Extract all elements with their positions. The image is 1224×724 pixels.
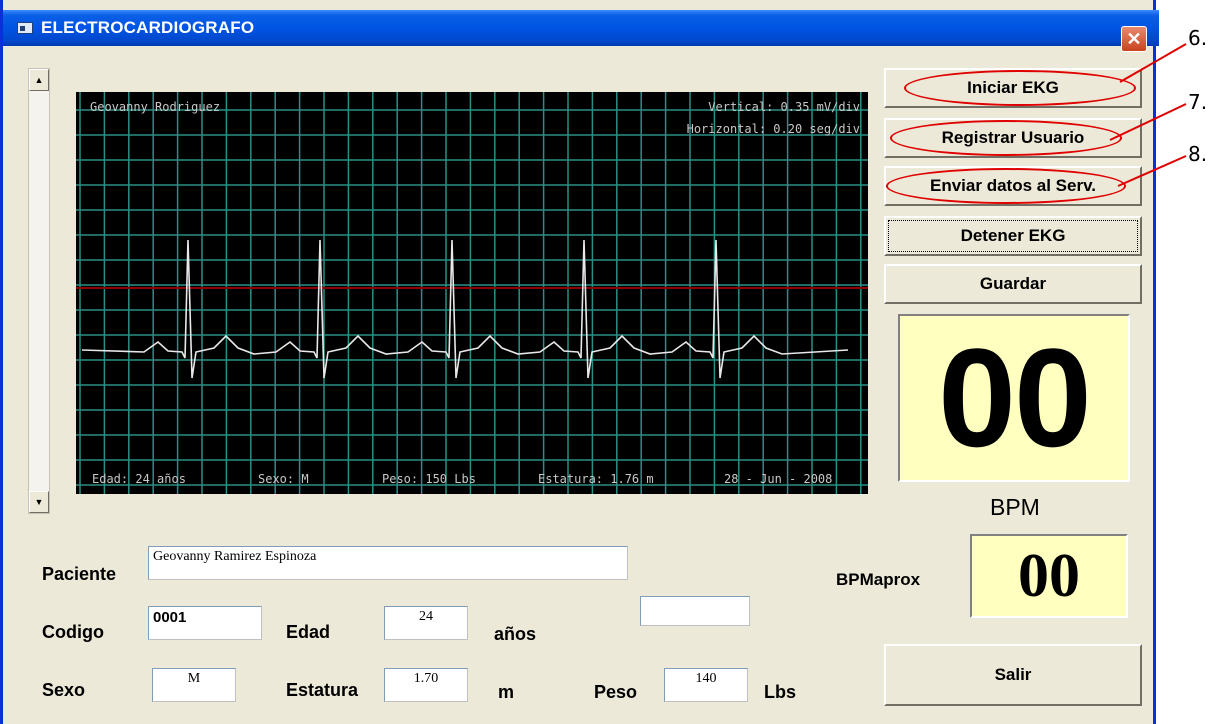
monitor-sex: Sexo: M: [258, 472, 309, 486]
estatura-field[interactable]: 1.70: [384, 668, 468, 702]
scroll-down-icon[interactable]: ▼: [29, 491, 49, 513]
callout-6: 6.: [1188, 26, 1208, 50]
estatura-unit: m: [498, 682, 515, 702]
paciente-label: Paciente: [42, 564, 117, 584]
codigo-field[interactable]: 0001: [148, 606, 262, 640]
window-icon: [17, 22, 33, 34]
peso-unit: Lbs: [764, 682, 797, 702]
paciente-field[interactable]: Geovanny Ramirez Espinoza: [148, 546, 628, 580]
monitor-height: Estatura: 1.76 m: [538, 472, 654, 486]
edad-label: Edad: [286, 622, 331, 642]
iniciar-ekg-button[interactable]: Iniciar EKG: [884, 68, 1142, 108]
monitor-weight: Peso: 150 Lbs: [382, 472, 476, 486]
registrar-usuario-button[interactable]: Registrar Usuario: [884, 118, 1142, 158]
sexo-field[interactable]: M: [152, 668, 236, 702]
edad-field[interactable]: 24: [384, 606, 468, 640]
callout-7: 7.: [1188, 90, 1208, 114]
scroll-up-icon[interactable]: ▲: [29, 69, 49, 91]
codigo-label: Codigo: [42, 622, 104, 642]
vertical-scrollbar[interactable]: ▲ ▼: [28, 68, 50, 514]
bpmaprox-label: BPMaprox: [836, 570, 921, 589]
estatura-label: Estatura: [286, 680, 359, 700]
bpm-label: BPM: [990, 494, 1040, 520]
bpmaprox-display: 00: [970, 534, 1128, 618]
close-button[interactable]: ✕: [1121, 26, 1147, 52]
monitor-date: 28 - Jun - 2008: [724, 472, 833, 486]
callout-8: 8.: [1188, 142, 1208, 166]
title-bar[interactable]: ELECTROCARDIOGRAFO ✕: [3, 10, 1159, 52]
detener-ekg-button[interactable]: Detener EKG: [884, 216, 1142, 256]
extra-field[interactable]: [640, 596, 750, 626]
monitor-age: Edad: 24 años: [92, 472, 186, 486]
ekg-monitor: Geovanny Rodriguez Vertical: 0.35 mV/div…: [76, 92, 868, 494]
monitor-patient-name: Geovanny Rodriguez: [90, 100, 221, 114]
guardar-button[interactable]: Guardar: [884, 264, 1142, 304]
sexo-label: Sexo: [42, 680, 86, 700]
monitor-horizontal-scale: Horizontal: 0.20 seg/div: [686, 122, 860, 136]
monitor-vertical-scale: Vertical: 0.35 mV/div: [708, 100, 860, 114]
ekg-grid: [76, 92, 868, 494]
salir-button[interactable]: Salir: [884, 644, 1142, 706]
window-title: ELECTROCARDIOGRAFO: [41, 18, 255, 37]
peso-field[interactable]: 140: [664, 668, 748, 702]
enviar-datos-button[interactable]: Enviar datos al Serv.: [884, 166, 1142, 206]
bpm-display: 00: [898, 314, 1130, 482]
peso-label: Peso: [594, 682, 638, 702]
edad-unit: años: [494, 624, 537, 644]
